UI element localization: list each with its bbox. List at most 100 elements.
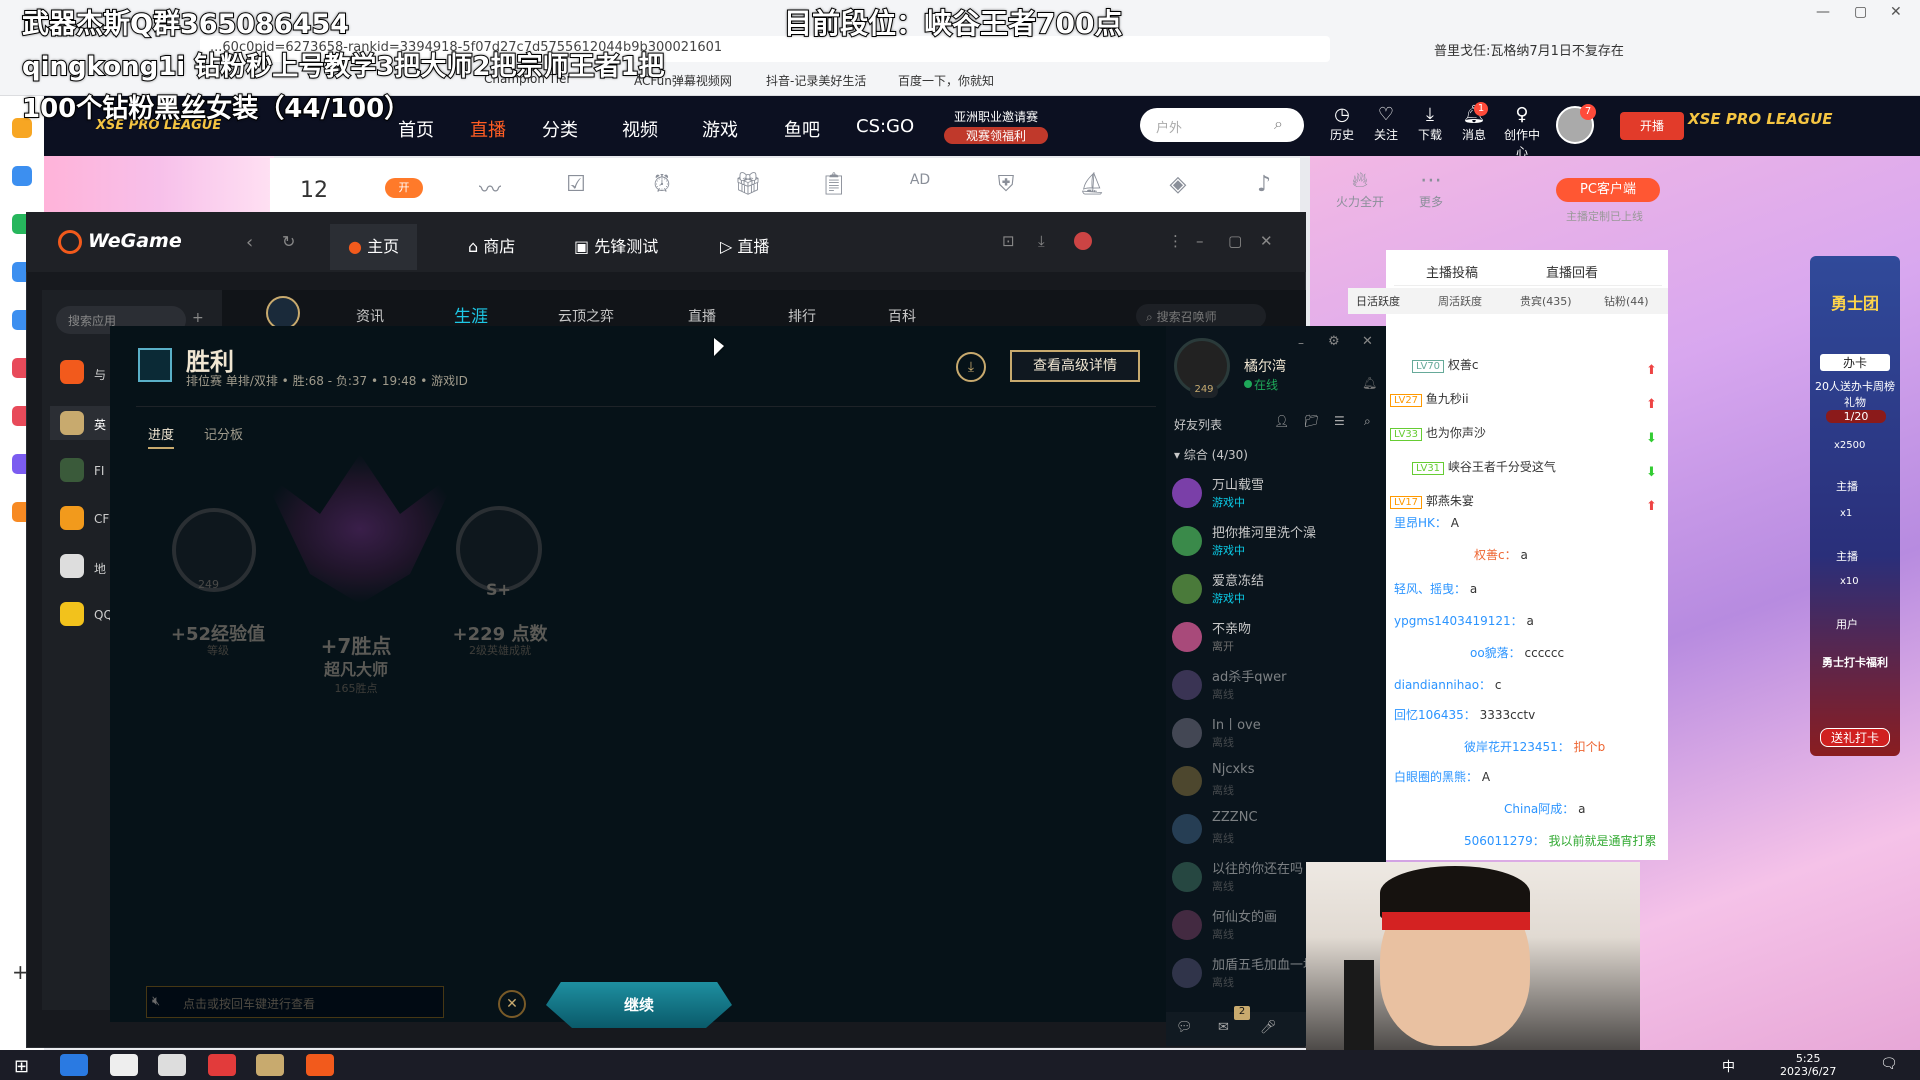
search-icon[interactable]: ⌕ [1364, 414, 1371, 429]
summoner-search[interactable]: ⌕ 搜索召唤师 [1136, 304, 1266, 328]
nav-live[interactable]: 直播 [470, 116, 506, 142]
rank-row[interactable]: LV27 鱼九秒ii [1390, 390, 1469, 407]
save-icon[interactable]: ⤓ [956, 352, 986, 382]
gear-icon[interactable]: ⚙ [1328, 334, 1340, 349]
download-icon[interactable]: ⤓ [1038, 232, 1045, 250]
friend-item[interactable]: Njcxks 离线 [1172, 760, 1382, 808]
bookmark-baidu[interactable]: 百度一下，你就知 [898, 72, 994, 89]
news-ticker[interactable]: 普里戈任:瓦格纳7月1日不复存在 [1434, 40, 1624, 59]
nav-news[interactable]: 资讯 [356, 306, 384, 326]
rank-row[interactable]: LV70 权善c [1412, 356, 1478, 373]
minimize-icon[interactable]: – [1298, 336, 1304, 350]
friend-item[interactable]: ad杀手qwer 离线 [1172, 664, 1382, 712]
notification-icon[interactable]: 🗨︎ [1880, 1056, 1898, 1072]
app-icon[interactable] [60, 506, 84, 530]
boat-icon[interactable]: ⛵︎ [1072, 172, 1112, 197]
close-icon[interactable]: ✕ [1362, 334, 1373, 349]
friend-item[interactable]: In丨ove 离线 [1172, 712, 1382, 760]
creator-button[interactable]: ♀ 创作中心 [1502, 104, 1542, 160]
taskbar-app-icon[interactable] [60, 1054, 88, 1076]
list-icon[interactable]: ☰ [1334, 414, 1345, 428]
minimize-icon[interactable]: – [1196, 232, 1204, 250]
tab-home[interactable]: ● 主页 [330, 224, 418, 270]
nav-live[interactable]: 直播 [688, 306, 716, 326]
checkin-button[interactable]: 送礼打卡 [1820, 728, 1890, 747]
tab-beta[interactable]: ▣ 先锋测试 [556, 224, 676, 270]
bell-icon[interactable]: 🔔︎ [1362, 376, 1377, 390]
clock[interactable]: 5:25 2023/6/27 [1780, 1052, 1836, 1078]
nav-career[interactable]: 生涯 [454, 302, 488, 327]
rank-row[interactable]: LV31 峡谷王者千分受这气 [1412, 458, 1556, 475]
app-icon[interactable] [60, 458, 84, 482]
friend-item[interactable]: 把你推河里洗个澡 游戏中 [1172, 520, 1382, 568]
app-icon[interactable] [60, 554, 84, 578]
history-button[interactable]: ◷ 历史 [1322, 104, 1362, 143]
shield-icon[interactable]: ⛨ [986, 172, 1026, 197]
store-icon[interactable]: ⊡ [1002, 232, 1015, 250]
app-icon[interactable] [60, 602, 84, 626]
menu-icon[interactable]: ⋮ [1168, 232, 1183, 250]
rank-row[interactable]: LV33 也为你声沙 [1390, 424, 1486, 441]
folder-icon[interactable]: 📁︎ [1304, 414, 1319, 428]
nav-csgo[interactable]: CS:GO [856, 116, 914, 137]
nav-wiki[interactable]: 百科 [888, 306, 916, 326]
taskbar-app-icon[interactable] [256, 1054, 284, 1076]
windows-icon[interactable]: ⊞ [14, 1056, 29, 1077]
nav-category[interactable]: 分类 [542, 116, 578, 142]
sidebar-app-icon[interactable] [12, 166, 32, 186]
refresh-icon[interactable]: ↻ [282, 232, 295, 251]
clipboard-icon[interactable]: 📋︎ [814, 172, 854, 197]
pc-client-button[interactable]: PC客户端 [1556, 178, 1660, 202]
ad-icon[interactable]: AD [900, 172, 940, 188]
tiktok-icon[interactable]: ♪ [1244, 172, 1284, 197]
more-button[interactable]: ⋯ 更多 [1406, 168, 1456, 210]
maximize-icon[interactable]: ▢ [1854, 4, 1867, 20]
task-icon[interactable]: ☑ [556, 172, 596, 197]
tab-progress[interactable]: 进度 [148, 424, 175, 449]
card-button[interactable]: 办卡 [1820, 354, 1890, 371]
mail-icon[interactable]: ✉ [1218, 1020, 1229, 1035]
alarm-icon[interactable]: ⏰︎ [642, 172, 682, 197]
nav-game[interactable]: 游戏 [702, 116, 738, 142]
taskbar-app-icon[interactable] [306, 1054, 334, 1076]
tab-replay[interactable]: 直播回看 [1546, 262, 1598, 281]
tab-scoreboard[interactable]: 记分板 [204, 424, 243, 443]
back-icon[interactable]: ‹ [246, 232, 253, 253]
friend-item[interactable]: 爱意冻结 游戏中 [1172, 568, 1382, 616]
tab-anchor-posts[interactable]: 主播投稿 [1426, 262, 1478, 281]
nav-yuba[interactable]: 鱼吧 [784, 116, 820, 142]
add-icon[interactable]: + [192, 310, 204, 326]
ime-indicator[interactable]: 中 [1722, 1056, 1735, 1075]
chat-input[interactable]: 点击或按回车键进行查看 [146, 986, 444, 1018]
taskbar-app-icon[interactable] [158, 1054, 186, 1076]
tab-vip[interactable]: 贵宾(435) [1520, 293, 1572, 309]
avatar[interactable] [1074, 232, 1092, 250]
taskbar-app-icon[interactable] [110, 1054, 138, 1076]
add-friend-icon[interactable]: 👤︎ [1274, 414, 1289, 428]
nav-video[interactable]: 视频 [622, 116, 658, 142]
wave-icon[interactable]: 〰 [470, 172, 510, 204]
friend-item[interactable]: ZZZNC 离线 [1172, 808, 1382, 856]
rank-row[interactable]: LV17 郭燕朱宴 [1390, 492, 1474, 509]
mute-icon[interactable]: 🔇︎ [152, 994, 160, 1009]
tab-diamond[interactable]: 钻粉(44) [1604, 293, 1649, 309]
friend-group[interactable]: ▾ 综合 (4/30) [1174, 446, 1248, 463]
close-icon[interactable]: ✕ [498, 990, 526, 1018]
tab-weekly[interactable]: 周活跃度 [1438, 293, 1482, 309]
mic-icon[interactable]: 🎤︎ [1260, 1020, 1277, 1035]
bookmark-douyin[interactable]: 抖音-记录美好生活 [766, 72, 866, 89]
nav-tft[interactable]: 云顶之弈 [558, 306, 614, 326]
search-icon[interactable]: ⌕ [1274, 114, 1283, 134]
nav-rank[interactable]: 排行 [788, 306, 816, 326]
friend-item[interactable]: 万山载雪 游戏中 [1172, 472, 1382, 520]
tab-daily[interactable]: 日活跃度 [1356, 293, 1400, 309]
minimize-icon[interactable]: — [1816, 4, 1830, 20]
app-icon[interactable] [60, 360, 84, 384]
promo-banner[interactable]: 亚洲职业邀请赛 观赛领福利 [944, 108, 1048, 148]
follow-button[interactable]: ♡ 关注 [1366, 104, 1406, 143]
chat-icon[interactable]: 💬︎ [1176, 1020, 1193, 1035]
advanced-details-button[interactable]: 查看高级详情 [1010, 350, 1140, 382]
taskbar-app-icon[interactable] [208, 1054, 236, 1076]
gift-icon[interactable]: 🎁︎ [728, 172, 768, 197]
tab-store[interactable]: ⌂ 商店 [450, 224, 533, 270]
